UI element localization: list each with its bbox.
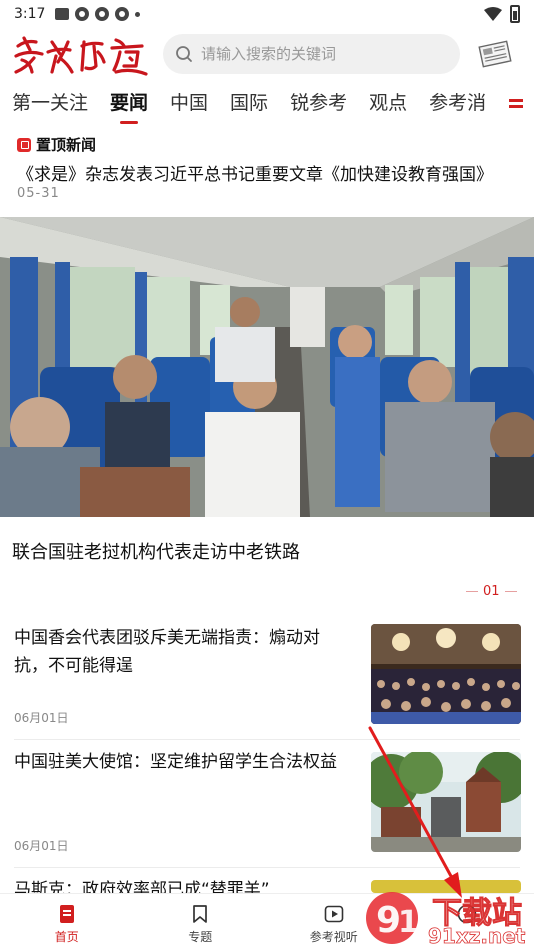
tab-first-focus[interactable]: 第一关注 <box>12 82 88 126</box>
conference-hall-photo-icon <box>371 624 521 724</box>
hero-image[interactable] <box>0 217 534 517</box>
carousel-indicator: 01 <box>466 584 517 599</box>
tab-opinion[interactable]: 观点 <box>369 82 407 126</box>
news-thumbnail <box>371 624 521 724</box>
hero-caption[interactable]: 联合国驻老挝机构代表走访中老铁路 <box>12 538 300 564</box>
pager-number: 01 <box>483 584 500 599</box>
tab-international[interactable]: 国际 <box>230 82 268 126</box>
nav-label: 专题 <box>188 930 213 944</box>
status-bar: 3:17 <box>0 0 534 28</box>
notification-more-dot-icon <box>135 11 141 17</box>
nav-label: 首页 <box>54 930 79 944</box>
logo-calligraphy-icon <box>14 36 148 76</box>
battery-icon <box>510 5 520 23</box>
list-item[interactable]: 中国香会代表团驳斥美无端指责：煽动对抗，不可能得逞 06月01日 <box>0 612 534 737</box>
tab-reference-more[interactable]: 参考消 <box>429 82 486 126</box>
pinned-news-date: 05-31 <box>17 186 60 201</box>
bookmark-icon <box>193 905 208 923</box>
notification-gear-icon <box>95 7 110 21</box>
status-time: 3:17 <box>14 6 46 22</box>
newspaper-icon[interactable] <box>478 40 512 68</box>
notification-gear-icon <box>115 7 130 21</box>
tab-rui-reference[interactable]: 锐参考 <box>290 82 347 126</box>
news-date: 06月01日 <box>14 711 69 725</box>
watermark-domain: 91xz.net <box>428 924 526 949</box>
wifi-icon <box>484 7 502 21</box>
news-date: 06月01日 <box>14 839 69 853</box>
notification-gear-icon <box>75 7 90 21</box>
news-title: 中国驻美大使馆：坚定维护留学生合法权益 <box>14 752 337 772</box>
app-header <box>0 30 534 80</box>
news-title: 马斯克：政府效率部已成“替罪羊” <box>14 880 270 893</box>
nav-label: 参考视听 <box>309 930 358 944</box>
nav-home[interactable]: 首页 <box>0 894 134 950</box>
notification-app-icon <box>55 8 70 20</box>
train-interior-photo-icon <box>0 217 534 517</box>
nav-topics[interactable]: 专题 <box>134 894 268 950</box>
status-notification-icons <box>55 7 141 21</box>
pinned-news-header: 置顶新闻 <box>17 134 96 155</box>
campus-gate-photo-icon <box>371 752 521 852</box>
site-watermark: 9 1 下载站 91xz.net <box>362 880 534 950</box>
channel-menu-button[interactable] <box>498 82 534 126</box>
news-thumbnail <box>371 752 521 852</box>
tab-headlines[interactable]: 要闻 <box>110 82 148 126</box>
menu-icon <box>509 99 523 108</box>
pin-icon <box>17 137 31 152</box>
pinned-news-title[interactable]: 《求是》杂志发表习近平总书记重要文章《加快建设教育强国》 <box>17 160 493 185</box>
pinned-label: 置顶新闻 <box>36 136 97 154</box>
channel-tabs: 第一关注 要闻 中国 国际 锐参考 观点 参考消 <box>0 82 534 126</box>
search-icon <box>176 46 192 62</box>
list-item[interactable]: 中国驻美大使馆：坚定维护留学生合法权益 06月01日 <box>0 740 534 865</box>
news-title: 中国香会代表团驳斥美无端指责：煽动对抗，不可能得逞 <box>14 628 320 676</box>
home-icon <box>59 905 74 923</box>
tab-china[interactable]: 中国 <box>170 82 208 126</box>
app-logo[interactable] <box>12 32 152 87</box>
svg-text:1: 1 <box>398 905 419 940</box>
play-icon <box>324 905 344 923</box>
pager-line-left <box>466 591 478 592</box>
pager-line-right <box>504 591 517 592</box>
search-box[interactable] <box>163 34 460 74</box>
search-input[interactable] <box>201 45 441 63</box>
